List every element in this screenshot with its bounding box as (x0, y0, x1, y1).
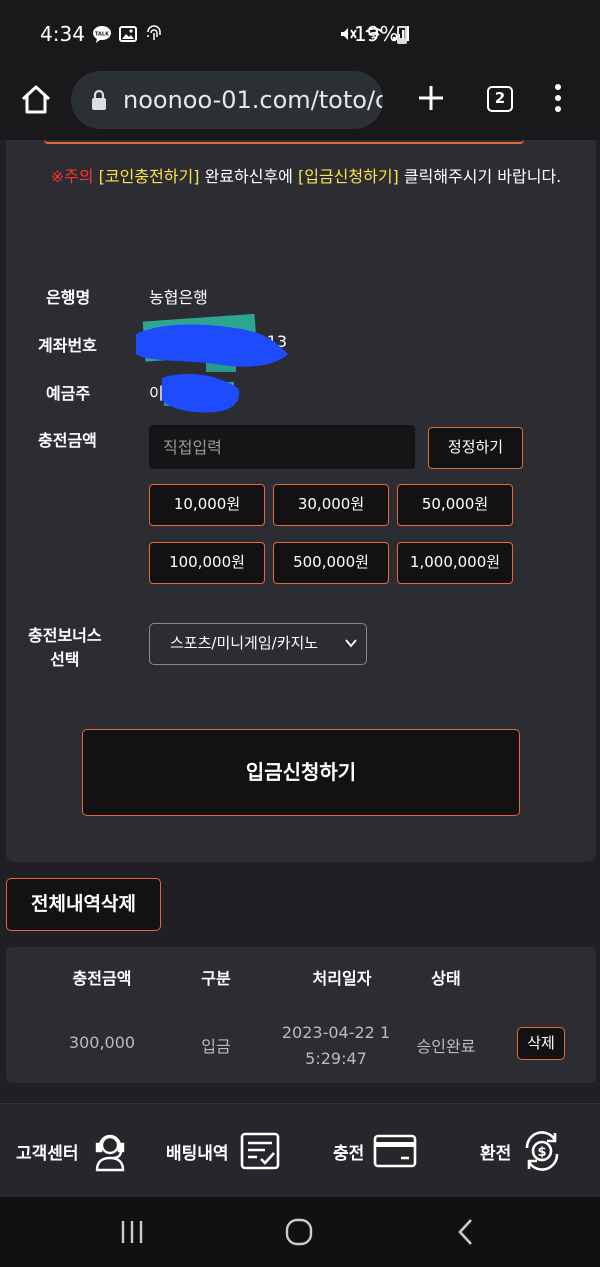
nav-betting-history[interactable]: 배팅내역 (166, 1126, 283, 1176)
nav-charge-label: 충전 (333, 1143, 365, 1164)
bonus-label: 충전보너스 선택 (28, 624, 102, 672)
battery-icon (397, 26, 407, 44)
home-icon[interactable] (18, 82, 54, 118)
row-date: 2023-04-22 1 5:29:47 (268, 1020, 404, 1072)
bank-label: 은행명 (46, 288, 91, 307)
amount-input[interactable] (149, 425, 415, 469)
status-bar: 4:34 TALK 19% (0, 0, 600, 68)
image-icon (119, 26, 137, 42)
nav-betting-history-label: 배팅내역 (166, 1143, 229, 1164)
header-amount: 충전금액 (72, 969, 132, 988)
account-label: 계좌번호 (38, 336, 97, 355)
svg-text:TALK: TALK (95, 32, 110, 38)
card-icon (373, 1134, 417, 1168)
notice-deposit-request: [입금신청하기] (297, 167, 399, 186)
nav-customer-center-label: 고객센터 (16, 1143, 79, 1164)
notice-middle: 완료하신후에 (199, 167, 298, 186)
svg-text:$: $ (538, 1145, 547, 1160)
notice-coin-charge: [코인충전하기] (98, 167, 200, 186)
amount-50000-button[interactable]: 50,000원 (397, 484, 513, 526)
lock-icon (92, 89, 106, 110)
system-navigation-bar (0, 1197, 600, 1267)
bank-value: 농협은행 (149, 288, 208, 307)
nav-customer-center[interactable]: 고객센터 (16, 1126, 133, 1176)
bonus-label-line1: 충전보너스 (28, 626, 102, 645)
row-delete-button[interactable]: 삭제 (517, 1027, 565, 1060)
headset-agent-icon (95, 1134, 124, 1172)
notification-icons: TALK (92, 24, 164, 44)
nav-exchange[interactable]: 환전 $ (480, 1126, 565, 1176)
header-type: 구분 (201, 969, 231, 988)
row-date-line1: 2023-04-22 1 (281, 1023, 391, 1042)
back-icon[interactable] (452, 1217, 482, 1247)
amount-label: 충전금액 (38, 431, 97, 450)
holder-label: 예금주 (46, 384, 91, 403)
coin-charge-button-edge[interactable] (44, 140, 524, 144)
home-circle-icon[interactable] (284, 1217, 314, 1247)
tab-switcher-button[interactable]: 2 (487, 86, 513, 112)
fingerprint-icon (147, 25, 161, 40)
nav-exchange-label: 환전 (480, 1143, 512, 1164)
more-menu-icon[interactable] (550, 82, 566, 114)
amount-30000-button[interactable]: 30,000원 (273, 484, 389, 526)
chevron-down-icon (345, 639, 357, 648)
amount-1000000-button[interactable]: 1,000,000원 (397, 542, 513, 584)
row-status: 승인완료 (416, 1037, 476, 1056)
amount-10000-button[interactable]: 10,000원 (149, 484, 265, 526)
betting-slip-icon (240, 1132, 279, 1170)
row-type: 입금 (201, 1037, 231, 1056)
exchange-dollar-icon: $ (525, 1131, 559, 1171)
bonus-selected-value: 스포츠/미니게임/카지노 (170, 634, 319, 652)
header-status: 상태 (431, 969, 461, 988)
clock: 4:34 (40, 22, 85, 46)
talk-icon: TALK (93, 26, 111, 43)
notice-suffix: 클릭해주시기 바랍니다. (398, 167, 562, 186)
recent-apps-icon[interactable] (117, 1217, 147, 1247)
deposit-notice: ※주의 [코인충전하기] 완료하신후에 [입금신청하기] 클릭해주시기 바랍니다… (26, 164, 586, 190)
amount-500000-button[interactable]: 500,000원 (273, 542, 389, 584)
bonus-label-line2: 선택 (50, 650, 80, 669)
bottom-nav: 고객센터 배팅내역 충전 환전 $ (0, 1103, 600, 1197)
bonus-select[interactable]: 스포츠/미니게임/카지노 (149, 623, 367, 665)
address-bar[interactable]: noonoo-01.com/toto/c (71, 71, 383, 129)
amount-100000-button[interactable]: 100,000원 (149, 542, 265, 584)
url-text: noonoo-01.com/toto/c (123, 86, 383, 114)
deposit-panel: ※주의 [코인충전하기] 완료하신후에 [입금신청하기] 클릭해주시기 바랍니다… (6, 140, 596, 862)
nav-charge[interactable]: 충전 (333, 1126, 418, 1176)
header-date: 처리일자 (312, 969, 372, 988)
row-amount: 300,000 (68, 1033, 136, 1052)
holder-redaction (162, 373, 240, 413)
delete-all-history-button[interactable]: 전체내역삭제 (6, 878, 161, 931)
notice-warning: ※주의 (50, 167, 94, 186)
new-tab-icon[interactable] (415, 82, 447, 114)
browser-toolbar: noonoo-01.com/toto/c 2 (0, 68, 600, 140)
deposit-request-button[interactable]: 입금신청하기 (82, 729, 520, 816)
battery-percent: 19% (354, 22, 399, 46)
deposit-history-table: 충전금액 구분 처리일자 상태 300,000 입금 2023-04-22 1 … (6, 947, 596, 1083)
row-date-line2: 5:29:47 (305, 1049, 367, 1068)
fix-amount-button[interactable]: 정정하기 (428, 427, 523, 469)
